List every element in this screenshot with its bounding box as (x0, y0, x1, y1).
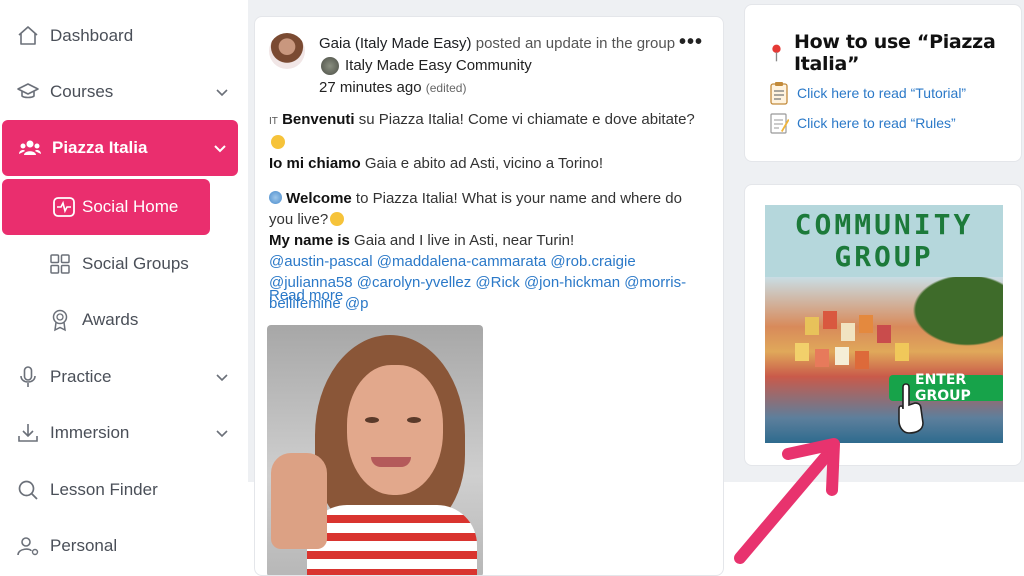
photo-house (823, 311, 837, 329)
sidebar-item-practice[interactable]: Practice (0, 349, 240, 405)
sidebar-item-label: Practice (50, 367, 112, 386)
community-group-banner[interactable]: COMMUNITY GROUP ENTER GROUP (765, 205, 1003, 443)
home-icon (18, 26, 38, 45)
chevron-down-icon[interactable] (214, 84, 230, 100)
rules-link-text[interactable]: Click here to read “Rules” (797, 115, 956, 131)
pushpin-icon (772, 44, 781, 62)
graduation-cap-icon (17, 83, 39, 99)
bold-text: My name is (269, 232, 350, 249)
photo-thumb (271, 453, 327, 549)
photo-face (347, 365, 443, 495)
howto-widget: How to use “Piazza Italia” Click here to… (744, 4, 1022, 162)
clipboard-icon (770, 82, 788, 105)
photo-house (835, 347, 849, 365)
sidebar-item-label: Personal (50, 536, 118, 555)
post-timestamp[interactable]: 27 minutes ago (319, 79, 422, 96)
chevron-down-icon[interactable] (214, 425, 230, 441)
photo-house (841, 323, 855, 341)
sidebar-item-lesson-finder[interactable]: Lesson Finder (0, 462, 240, 518)
search-icon (18, 480, 38, 500)
photo-mouth (371, 457, 411, 467)
users-icon (19, 140, 41, 155)
author-avatar[interactable] (269, 33, 305, 69)
activity-post: Gaia (Italy Made Easy) posted an update … (254, 16, 724, 576)
banner-title-line1: COMMUNITY (794, 208, 974, 241)
photo-house (815, 349, 829, 367)
sidebar-item-personal[interactable]: Personal (0, 518, 240, 574)
globe-icon (269, 191, 282, 204)
sidebar-item-social-groups[interactable]: Social Groups (0, 236, 240, 292)
photo-house (795, 343, 809, 361)
smile-emoji-icon (271, 135, 285, 149)
download-icon (18, 424, 38, 442)
photo-house (859, 315, 873, 333)
tutorial-link-text[interactable]: Click here to read “Tutorial” (797, 85, 966, 101)
photo-eye (365, 417, 379, 423)
grid-icon (50, 254, 70, 274)
photo-shirt (307, 505, 477, 575)
italy-flag-icon: IT (269, 116, 278, 127)
user-settings-icon (17, 537, 39, 556)
text: Gaia and I live in Asti, near Turin! (349, 232, 575, 249)
text: su Piazza Italia! Come vi chiamate e dov… (354, 111, 695, 128)
photo-house (805, 317, 819, 335)
sidebar-item-dashboard[interactable]: Dashboard (0, 8, 240, 64)
text: Gaia e abito ad Asti, vicino a Torino! (360, 155, 604, 172)
sidebar-item-awards[interactable]: Awards (0, 292, 240, 348)
tutorial-link[interactable]: Click here to read “Tutorial” (769, 81, 966, 105)
pointing-hand-icon (898, 383, 924, 434)
howto-title-text: How to use “Piazza Italia” (793, 31, 996, 75)
read-more-link[interactable]: Read more (269, 287, 343, 304)
edited-label: (edited) (425, 81, 467, 95)
sidebar-item-label: Dashboard (50, 26, 134, 45)
activity-icon (53, 197, 75, 217)
smile-emoji-icon (330, 212, 345, 226)
photo-eye (407, 417, 421, 423)
group-name-link[interactable]: Italy Made Easy Community (345, 55, 532, 77)
photo-house (877, 325, 891, 343)
sidebar-item-label: Courses (50, 82, 114, 101)
rules-link[interactable]: Click here to read “Rules” (769, 111, 956, 135)
post-action-text: posted an update in the group (475, 35, 676, 52)
sidebar-item-social-home[interactable]: Social Home (2, 179, 210, 235)
post-header: Gaia (Italy Made Easy) posted an update … (319, 33, 679, 99)
sidebar-item-label: Immersion (50, 423, 130, 442)
bold-text: Welcome (286, 190, 352, 207)
chevron-down-icon[interactable] (214, 369, 230, 385)
photo-house (895, 343, 909, 361)
bold-text: Io mi chiamo (269, 155, 361, 172)
banner-title-line2: GROUP (834, 240, 934, 273)
group-avatar[interactable] (321, 57, 339, 75)
bold-text: Benvenuti (282, 111, 355, 128)
sidebar-item-label: Lesson Finder (50, 480, 158, 499)
chevron-down-icon[interactable] (212, 140, 228, 156)
sidebar-item-label: Piazza Italia (52, 138, 148, 157)
italian-paragraph: IT Benvenuti su Piazza Italia! Come vi c… (269, 109, 709, 174)
banner-header: COMMUNITY GROUP (765, 205, 1003, 277)
sidebar-item-label: Social Groups (82, 254, 189, 273)
memo-icon (770, 113, 789, 134)
sidebar: Dashboard Courses Piazza Italia Social H… (0, 0, 248, 576)
award-icon (52, 309, 68, 332)
more-options-button[interactable]: ••• (679, 31, 703, 54)
pink-arrow-annotation (734, 438, 840, 564)
sidebar-item-label: Social Home (82, 197, 179, 216)
microphone-icon (20, 366, 36, 387)
sidebar-item-courses[interactable]: Courses (0, 64, 240, 120)
sidebar-item-immersion[interactable]: Immersion (0, 405, 240, 461)
post-photo[interactable] (267, 325, 483, 575)
sidebar-item-label: Awards (82, 310, 139, 329)
author-name-link[interactable]: Gaia (Italy Made Easy) (319, 35, 472, 52)
cinque-terre-photo (765, 277, 1003, 443)
howto-title: How to use “Piazza Italia” (769, 31, 1021, 75)
photo-house (855, 351, 869, 369)
sidebar-item-piazza-italia[interactable]: Piazza Italia (2, 120, 238, 176)
